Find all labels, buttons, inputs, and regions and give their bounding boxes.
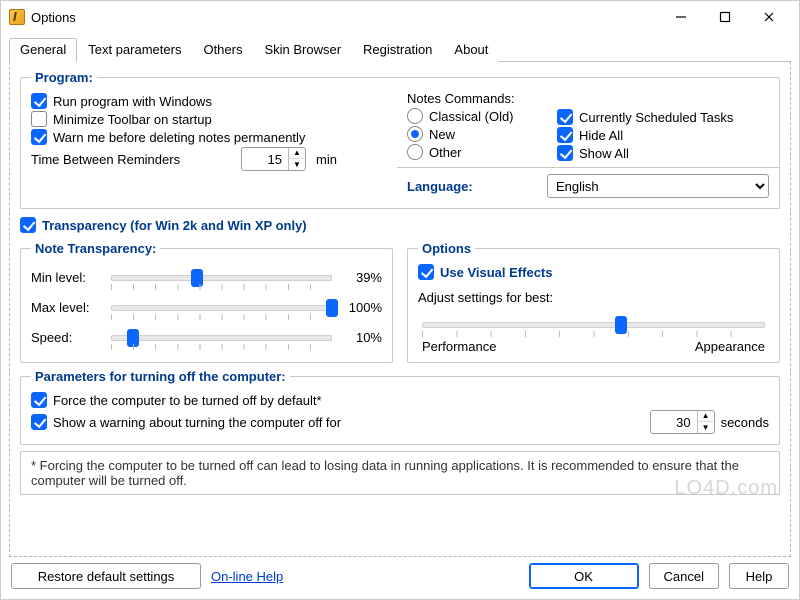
group-visual-options-legend: Options — [418, 241, 475, 256]
tab-text-parameters[interactable]: Text parameters — [77, 38, 192, 62]
spin-up-icon[interactable]: ▲ — [289, 148, 305, 159]
val-min-level: 39% — [342, 270, 382, 285]
lbl-adjust-best: Adjust settings for best: — [418, 290, 769, 305]
lbl-classical: Classical (Old) — [429, 109, 514, 124]
group-shutdown: Parameters for turning off the computer:… — [20, 369, 780, 445]
slider-speed[interactable] — [111, 328, 332, 346]
lbl-footnote: * Forcing the computer to be turned off … — [31, 458, 769, 488]
slider-min-level[interactable] — [111, 268, 332, 286]
slider-performance-appearance[interactable] — [422, 315, 765, 333]
lbl-visual-effects: Use Visual Effects — [440, 265, 552, 280]
spin-reminder-interval[interactable]: ▲ ▼ — [241, 147, 306, 171]
lbl-reminder-interval: Time Between Reminders — [31, 152, 231, 167]
client-area: General Text parameters Others Skin Brow… — [1, 33, 799, 599]
chk-show-warning[interactable] — [31, 414, 47, 430]
rad-other[interactable] — [407, 144, 423, 160]
val-max-level: 100% — [342, 300, 382, 315]
spin-reminder-input[interactable] — [242, 152, 288, 167]
chk-hide-all[interactable] — [557, 127, 573, 143]
chk-minimize-startup[interactable] — [31, 111, 47, 127]
group-program: Program: Run program with Windows Minimi… — [20, 70, 780, 209]
rad-new[interactable] — [407, 126, 423, 142]
titlebar: Options — [1, 1, 799, 33]
chk-visual-effects[interactable] — [418, 264, 434, 280]
lbl-max-level: Max level: — [31, 300, 101, 315]
spin-up-icon-2[interactable]: ▲ — [698, 411, 714, 422]
tab-general[interactable]: General — [9, 38, 77, 62]
spin-down-icon[interactable]: ▼ — [289, 159, 305, 170]
tab-skin-browser[interactable]: Skin Browser — [253, 38, 352, 62]
lbl-other: Other — [429, 145, 462, 160]
chk-warn-delete[interactable] — [31, 129, 47, 145]
lbl-performance: Performance — [422, 339, 496, 354]
group-visual-options: Options Use Visual Effects Adjust settin… — [407, 241, 780, 363]
spin-warning-input[interactable] — [651, 415, 697, 430]
minimize-button[interactable] — [659, 3, 703, 31]
select-language[interactable]: English — [547, 174, 769, 198]
group-note-transparency: Note Transparency: Min level: 39% Max le… — [20, 241, 393, 363]
lbl-force-off: Force the computer to be turned off by d… — [53, 393, 322, 408]
maximize-button[interactable] — [703, 3, 747, 31]
lbl-language: Language: — [407, 179, 527, 194]
btn-ok[interactable]: OK — [529, 563, 639, 589]
lbl-seconds-unit: seconds — [721, 415, 769, 430]
btn-restore-defaults[interactable]: Restore default settings — [11, 563, 201, 589]
group-program-legend: Program: — [31, 70, 97, 85]
bottom-bar: Restore default settings On-line Help OK… — [9, 557, 791, 591]
lbl-speed: Speed: — [31, 330, 101, 345]
link-online-help[interactable]: On-line Help — [211, 569, 283, 584]
btn-cancel[interactable]: Cancel — [649, 563, 719, 589]
tab-others[interactable]: Others — [192, 38, 253, 62]
tab-registration[interactable]: Registration — [352, 38, 443, 62]
lbl-warn-delete: Warn me before deleting notes permanentl… — [53, 130, 305, 145]
chk-force-off[interactable] — [31, 392, 47, 408]
group-footnote: * Forcing the computer to be turned off … — [20, 451, 780, 495]
tab-strip: General Text parameters Others Skin Brow… — [9, 37, 791, 62]
lbl-min-level: Min level: — [31, 270, 101, 285]
btn-help[interactable]: Help — [729, 563, 789, 589]
lbl-appearance: Appearance — [695, 339, 765, 354]
lbl-minimize-startup: Minimize Toolbar on startup — [53, 112, 212, 127]
chk-run-with-windows[interactable] — [31, 93, 47, 109]
group-shutdown-legend: Parameters for turning off the computer: — [31, 369, 290, 384]
val-speed: 10% — [342, 330, 382, 345]
lbl-new: New — [429, 127, 455, 142]
window-title: Options — [31, 10, 659, 25]
chk-show-all[interactable] — [557, 145, 573, 161]
group-note-transparency-legend: Note Transparency: — [31, 241, 160, 256]
chk-scheduled-tasks[interactable] — [557, 109, 573, 125]
tab-about[interactable]: About — [443, 38, 499, 62]
lbl-show-warning: Show a warning about turning the compute… — [53, 415, 341, 430]
lbl-notes-commands: Notes Commands: — [407, 91, 537, 106]
options-window: Options General Text parameters Others S… — [0, 0, 800, 600]
tab-page-general: Program: Run program with Windows Minimi… — [9, 62, 791, 557]
lbl-scheduled-tasks: Currently Scheduled Tasks — [579, 110, 733, 125]
chk-transparency[interactable] — [20, 217, 36, 233]
close-button[interactable] — [747, 3, 791, 31]
lbl-show-all: Show All — [579, 146, 629, 161]
lbl-reminder-unit: min — [316, 152, 337, 167]
spin-down-icon-2[interactable]: ▼ — [698, 422, 714, 433]
rad-classical[interactable] — [407, 108, 423, 124]
lbl-hide-all: Hide All — [579, 128, 623, 143]
app-icon — [9, 9, 25, 25]
lbl-transparency: Transparency (for Win 2k and Win XP only… — [42, 218, 307, 233]
lbl-run-with-windows: Run program with Windows — [53, 94, 212, 109]
slider-max-level[interactable] — [111, 298, 332, 316]
spin-warning-seconds[interactable]: ▲ ▼ — [650, 410, 715, 434]
